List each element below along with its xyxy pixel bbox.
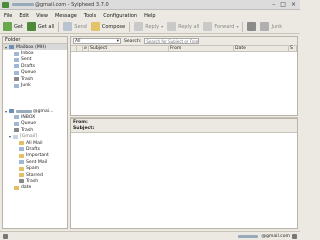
junk-icon (260, 22, 270, 31)
folder-icon (19, 153, 24, 158)
folder-icon (19, 141, 24, 146)
chevron-down-icon[interactable]: ▾ (161, 24, 163, 29)
folder-item-date[interactable]: date (3, 185, 67, 191)
window-controls: – □ × (272, 1, 296, 8)
date-column-header[interactable]: Date (234, 46, 289, 51)
close-button[interactable]: × (291, 1, 296, 8)
trash-icon (14, 77, 19, 82)
send-button[interactable]: Send (63, 22, 87, 31)
menu-bar: File Edit View Message Tools Configurati… (0, 11, 300, 20)
column-headers: ⌀ Subject From Date S (71, 46, 297, 52)
forward-button[interactable]: Forward ▾ (203, 22, 238, 31)
trash-icon (247, 22, 257, 31)
filter-dropdown[interactable]: All ▾ (73, 38, 121, 44)
collapse-toggle-icon[interactable]: ▾ (4, 109, 8, 114)
toolbar-separator (129, 21, 131, 32)
drafts-icon (19, 147, 24, 152)
queue-icon (14, 70, 19, 75)
status-right: @gmail.com (238, 233, 300, 239)
app-icon (2, 1, 9, 8)
inbox-icon (14, 51, 19, 56)
menu-help[interactable]: Help (144, 13, 155, 19)
redacted-email (12, 3, 34, 6)
menu-view[interactable]: View (36, 13, 48, 19)
redacted-email (238, 234, 259, 238)
message-header: From: Subject: (71, 119, 297, 133)
forward-icon (203, 22, 213, 31)
account-icon[interactable] (292, 233, 297, 239)
delete-button[interactable] (247, 22, 257, 31)
paperclip-icon: ⌀ (84, 46, 87, 51)
message-view: From: Subject: (70, 118, 298, 229)
window-title: @gmail.com - Sylpheed 3.7.0 (12, 2, 109, 8)
search-label: Search: (124, 38, 142, 44)
toolbar-separator (242, 21, 244, 32)
collapse-toggle-icon[interactable]: ▾ (4, 45, 8, 50)
message-list: All ▾ Search: ⌀ Subject From Date S (70, 36, 298, 116)
menu-tools[interactable]: Tools (84, 13, 96, 19)
get-mail-icon (3, 22, 12, 31)
trash-icon (14, 128, 19, 133)
status-bar: @gmail.com (0, 231, 300, 240)
menu-file[interactable]: File (4, 13, 12, 19)
compose-button[interactable]: Compose (90, 22, 125, 31)
reply-all-button[interactable]: Reply all (167, 22, 199, 31)
get-all-icon (26, 22, 36, 31)
mailbox-icon (9, 109, 14, 114)
folder-tree: Folder ▾ Mailbox (MH) Inbox Sent Drafts … (2, 36, 68, 229)
send-icon (63, 22, 73, 31)
trash-icon (19, 179, 24, 184)
search-input[interactable] (144, 38, 200, 44)
online-status-icon[interactable] (3, 233, 8, 239)
junk-icon (14, 83, 19, 88)
compose-icon (90, 22, 100, 31)
reply-all-icon (167, 22, 177, 31)
from-column-header[interactable]: From (169, 46, 234, 51)
filter-bar: All ▾ Search: (71, 37, 297, 46)
queue-icon (14, 121, 19, 126)
maximize-button[interactable]: □ (280, 1, 286, 8)
chevron-down-icon[interactable]: ▾ (236, 24, 238, 29)
chevron-down-icon: ▾ (116, 38, 119, 44)
menu-edit[interactable]: Edit (19, 13, 29, 19)
sent-icon (14, 57, 19, 62)
subject-column-header[interactable]: Subject (89, 46, 169, 51)
minimize-button[interactable]: – (272, 1, 275, 8)
mailbox-icon (9, 45, 14, 50)
size-column-header[interactable]: S (289, 46, 297, 51)
status-left (0, 233, 8, 239)
folder-icon (19, 166, 24, 171)
get-button[interactable]: Get (3, 22, 23, 31)
drafts-icon (14, 64, 19, 69)
menu-configuration[interactable]: Configuration (103, 13, 137, 19)
folder-header: Folder (3, 37, 67, 44)
folder-icon (14, 185, 19, 190)
sent-icon (19, 160, 24, 165)
menu-message[interactable]: Message (55, 13, 77, 19)
collapse-toggle-icon[interactable]: ▾ (8, 134, 12, 139)
redacted-email (16, 109, 32, 113)
reply-icon (134, 22, 144, 31)
inbox-icon (14, 115, 19, 120)
folder-icon (13, 134, 18, 139)
junk-button[interactable]: Junk (260, 22, 282, 31)
get-all-button[interactable]: Get all (26, 22, 54, 31)
subject-label: Subject: (73, 126, 95, 131)
toolbar: Get Get all Send Compose Reply ▾ Reply a… (0, 20, 300, 34)
title-bar: @gmail.com - Sylpheed 3.7.0 – □ × (0, 0, 300, 10)
toolbar-separator (58, 21, 60, 32)
reply-button[interactable]: Reply ▾ (134, 22, 163, 31)
folder-icon (19, 173, 24, 177)
